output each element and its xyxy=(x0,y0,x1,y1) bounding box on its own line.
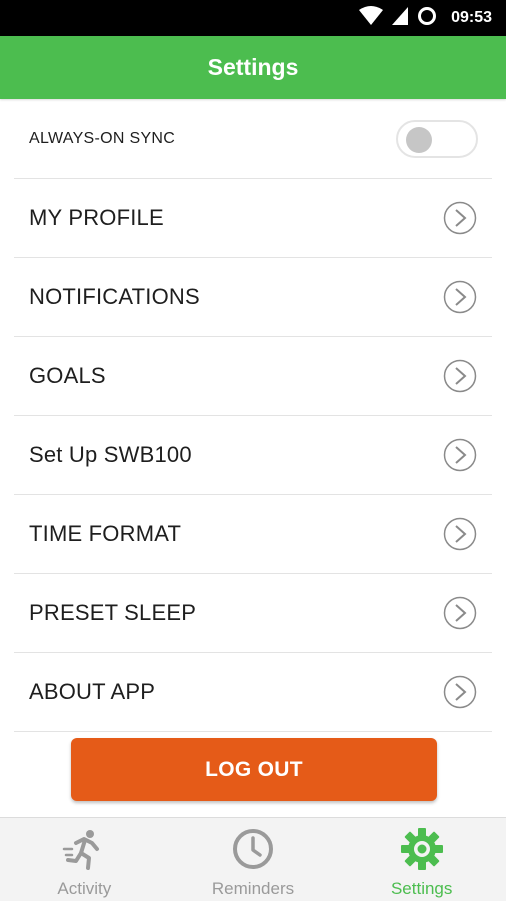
menu-item-label: NOTIFICATIONS xyxy=(29,284,200,309)
status-time: 09:53 xyxy=(451,9,492,26)
page-title: Settings xyxy=(207,54,299,80)
status-bar: 09:53 xyxy=(0,0,506,36)
nav-item-activity[interactable]: Activity xyxy=(0,818,169,901)
menu-item-about-app[interactable]: ABOUT APP xyxy=(14,653,492,732)
menu-item-notifications[interactable]: NOTIFICATIONS xyxy=(14,258,492,337)
chevron-right-icon xyxy=(442,279,478,315)
app-bar: Settings xyxy=(0,36,506,99)
nav-item-settings[interactable]: Settings xyxy=(337,818,506,901)
nav-label-activity: Activity xyxy=(57,879,112,898)
chevron-right-icon xyxy=(442,358,478,394)
menu-item-label: Set Up SWB100 xyxy=(29,442,192,467)
chevron-right-icon xyxy=(442,200,478,236)
clock-icon xyxy=(231,827,275,871)
menu-item-setup-device[interactable]: Set Up SWB100 xyxy=(14,416,492,495)
logout-button[interactable]: LOG OUT xyxy=(71,738,437,801)
menu-item-label: TIME FORMAT xyxy=(29,521,182,546)
menu-item-label: ABOUT APP xyxy=(29,679,156,704)
menu-item-time-format[interactable]: TIME FORMAT xyxy=(14,495,492,574)
menu-item-label: GOALS xyxy=(29,363,106,388)
chevron-right-icon xyxy=(442,437,478,473)
menu-item-label: MY PROFILE xyxy=(29,205,164,230)
always-on-sync-toggle[interactable] xyxy=(396,120,478,158)
bottom-nav: Activity Reminders Settings xyxy=(0,817,506,901)
menu-item-my-profile[interactable]: MY PROFILE xyxy=(14,179,492,258)
logout-container: LOG OUT xyxy=(71,738,437,801)
running-person-icon xyxy=(62,827,106,871)
nav-label-reminders: Reminders xyxy=(211,879,295,898)
menu-item-goals[interactable]: GOALS xyxy=(14,337,492,416)
wifi-icon xyxy=(359,5,384,31)
always-on-sync-label: ALWAYS-ON SYNC xyxy=(29,130,176,147)
menu-item-label: PRESET SLEEP xyxy=(29,600,197,625)
toggle-knob xyxy=(406,127,432,153)
chevron-right-icon xyxy=(442,595,478,631)
chevron-right-icon xyxy=(442,516,478,552)
signal-icon xyxy=(391,6,409,31)
settings-list: ALWAYS-ON SYNC MY PROFILE NOTIFICATIONS … xyxy=(14,100,492,732)
nav-item-reminders[interactable]: Reminders xyxy=(169,818,338,901)
nav-label-settings: Settings xyxy=(390,879,453,898)
menu-item-preset-sleep[interactable]: PRESET SLEEP xyxy=(14,574,492,653)
loading-circle-icon xyxy=(417,6,437,31)
gear-icon xyxy=(400,827,444,871)
always-on-sync-row: ALWAYS-ON SYNC xyxy=(14,100,492,179)
chevron-right-icon xyxy=(442,674,478,710)
